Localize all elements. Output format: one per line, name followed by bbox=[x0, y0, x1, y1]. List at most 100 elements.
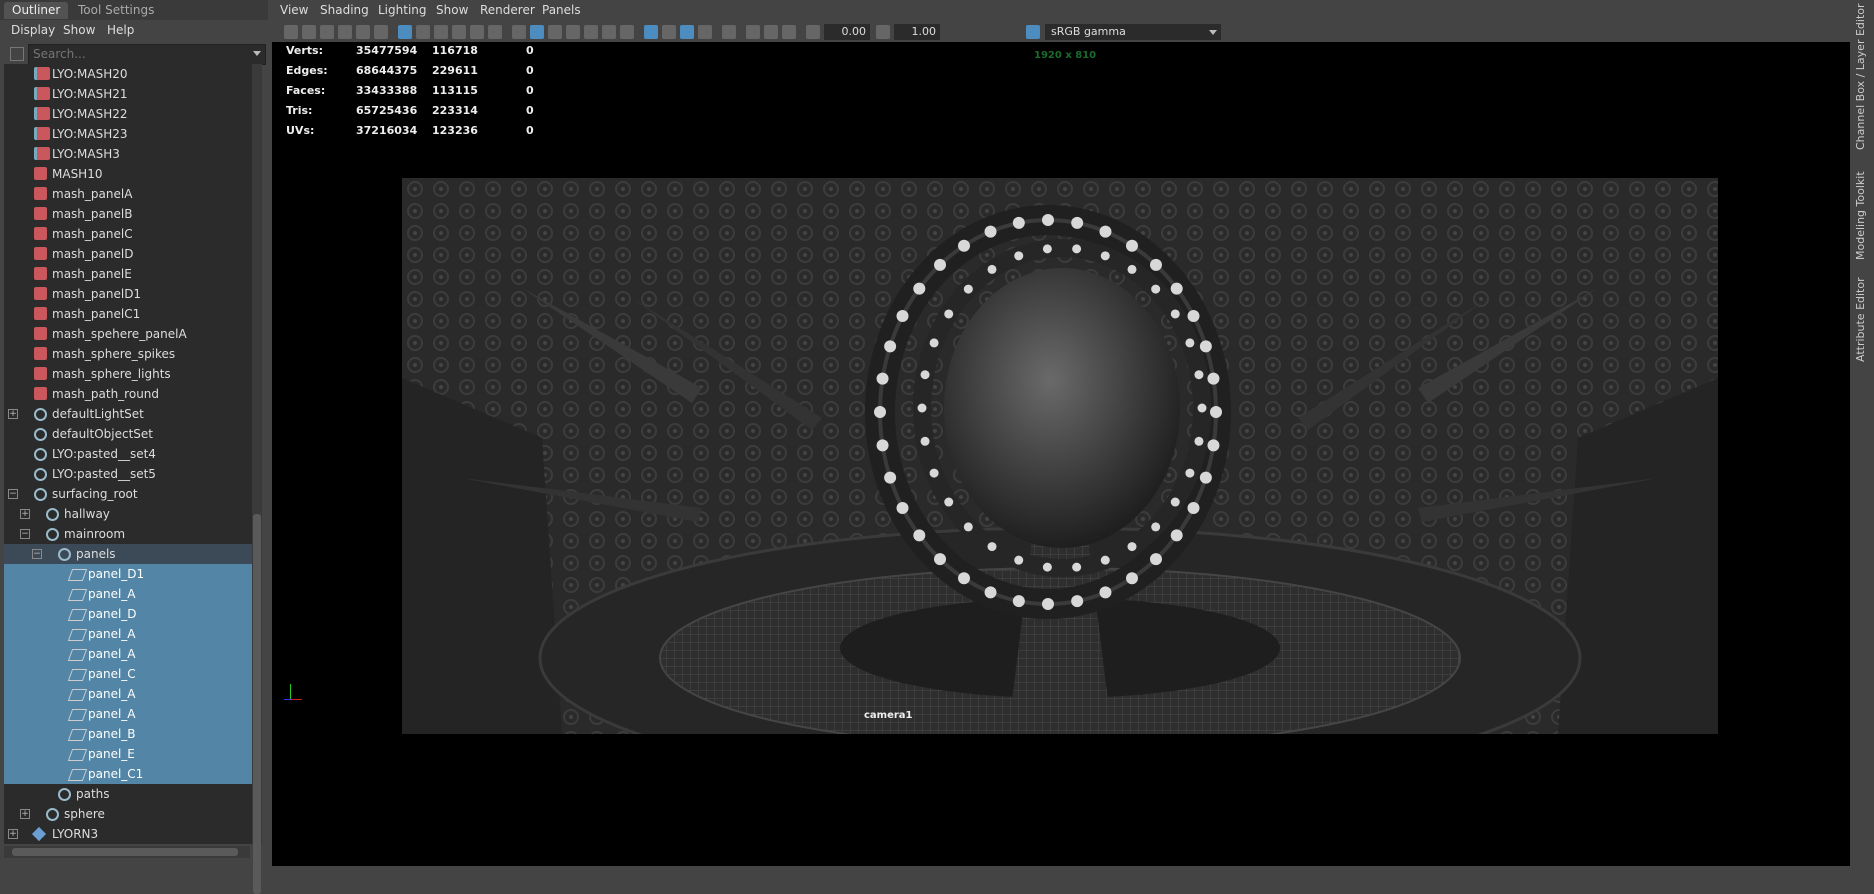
outliner-item[interactable]: LYO:MASH21 bbox=[4, 84, 252, 104]
menu-renderer[interactable]: Renderer bbox=[480, 0, 535, 20]
expand-icon[interactable]: + bbox=[20, 809, 30, 819]
default-material-icon[interactable] bbox=[548, 25, 562, 39]
outliner-item[interactable]: + defaultLightSet bbox=[4, 404, 252, 424]
outliner-item[interactable]: panel_E bbox=[4, 744, 252, 764]
shadows-icon[interactable] bbox=[620, 25, 634, 39]
menu-view[interactable]: View bbox=[280, 0, 308, 20]
outliner-item[interactable]: panel_D bbox=[4, 604, 252, 624]
outliner-item[interactable]: mash_path_round bbox=[4, 384, 252, 404]
menu-help[interactable]: Help bbox=[107, 20, 134, 40]
film-gate-icon[interactable] bbox=[416, 25, 430, 39]
xray-joints-icon[interactable] bbox=[680, 25, 694, 39]
outliner-item[interactable]: panel_C bbox=[4, 664, 252, 684]
outliner-item[interactable]: LYO:pasted__set4 bbox=[4, 444, 252, 464]
menu-shading[interactable]: Shading bbox=[320, 0, 369, 20]
wireframe-icon[interactable] bbox=[512, 25, 526, 39]
color-space-select[interactable]: sRGB gamma bbox=[1045, 24, 1221, 40]
outliner-item[interactable]: mash_panelB bbox=[4, 204, 252, 224]
outliner-item[interactable]: panel_A bbox=[4, 644, 252, 664]
outliner-item[interactable]: mash_panelC bbox=[4, 224, 252, 244]
outliner-item[interactable]: panel_A bbox=[4, 584, 252, 604]
outliner-horizontal-scrollbar[interactable] bbox=[4, 846, 250, 858]
smooth-shade-icon[interactable] bbox=[530, 25, 544, 39]
menu-show[interactable]: Show bbox=[436, 0, 468, 20]
tab-modeling-toolkit[interactable]: Modeling Toolkit bbox=[1854, 171, 1867, 260]
outliner-item[interactable]: paths bbox=[4, 784, 252, 804]
collapse-icon[interactable]: − bbox=[32, 549, 42, 559]
outliner-item[interactable]: panel_A bbox=[4, 624, 252, 644]
outliner-item[interactable]: + LYORN3 bbox=[4, 824, 252, 844]
outliner-item[interactable]: MASH10 bbox=[4, 164, 252, 184]
use-all-lights-icon[interactable] bbox=[602, 25, 616, 39]
expand-icon[interactable]: + bbox=[20, 509, 30, 519]
tab-channel-box[interactable]: Channel Box / Layer Editor bbox=[1854, 3, 1867, 150]
exposure-icon[interactable] bbox=[806, 25, 820, 39]
outliner-item[interactable]: defaultObjectSet bbox=[4, 424, 252, 444]
grease-pencil-icon[interactable] bbox=[374, 25, 388, 39]
outliner-item[interactable]: panel_A bbox=[4, 704, 252, 724]
outliner-item[interactable]: − surfacing_root bbox=[4, 484, 252, 504]
tab-outliner[interactable]: Outliner bbox=[4, 2, 69, 19]
outliner-item[interactable]: LYO:MASH3 bbox=[4, 144, 252, 164]
outliner-item[interactable]: + sphere bbox=[4, 804, 252, 824]
textured-icon[interactable] bbox=[584, 25, 598, 39]
outliner-item[interactable]: panel_A bbox=[4, 684, 252, 704]
outliner-item[interactable]: panel_C1 bbox=[4, 764, 252, 784]
outliner-item[interactable]: mash_panelD bbox=[4, 244, 252, 264]
camera-attributes-icon[interactable] bbox=[302, 25, 316, 39]
safe-action-icon[interactable] bbox=[488, 25, 502, 39]
motion-blur-icon[interactable] bbox=[746, 25, 760, 39]
outliner-item[interactable]: LYO:MASH20 bbox=[4, 64, 252, 84]
tab-attribute-editor[interactable]: Attribute Editor bbox=[1854, 277, 1867, 362]
outliner-vertical-scrollbar[interactable] bbox=[252, 64, 262, 894]
outliner-item[interactable]: − panels bbox=[4, 544, 252, 564]
search-dropdown-icon[interactable] bbox=[253, 51, 261, 56]
multisample-aa-icon[interactable] bbox=[764, 25, 778, 39]
collapse-icon[interactable]: − bbox=[8, 489, 18, 499]
outliner-item[interactable]: LYO:MASH23 bbox=[4, 124, 252, 144]
outliner-item[interactable]: − mainroom bbox=[4, 524, 252, 544]
gamma-field[interactable]: 1.00 bbox=[894, 24, 940, 40]
exposure-field[interactable]: 0.00 bbox=[824, 24, 870, 40]
xray-active-icon[interactable] bbox=[698, 25, 712, 39]
menu-show[interactable]: Show bbox=[63, 20, 95, 40]
bookmark-icon[interactable] bbox=[320, 25, 334, 39]
wireframe-on-shaded-icon[interactable] bbox=[566, 25, 580, 39]
scrollbar-thumb[interactable] bbox=[12, 848, 238, 856]
two-d-pan-icon[interactable] bbox=[356, 25, 370, 39]
outliner-item[interactable]: + hallway bbox=[4, 504, 252, 524]
outliner-item[interactable]: mash_panelC1 bbox=[4, 304, 252, 324]
expand-icon[interactable]: + bbox=[8, 409, 18, 419]
screen-space-ao-icon[interactable] bbox=[722, 25, 736, 39]
outliner-item[interactable]: LYO:MASH22 bbox=[4, 104, 252, 124]
color-management-icon[interactable] bbox=[1026, 25, 1040, 39]
collapse-icon[interactable]: − bbox=[20, 529, 30, 539]
outliner-item[interactable]: mash_sphere_lights bbox=[4, 364, 252, 384]
menu-lighting[interactable]: Lighting bbox=[378, 0, 427, 20]
tab-tool-settings[interactable]: Tool Settings bbox=[70, 2, 162, 19]
outliner-item[interactable]: panel_D1 bbox=[4, 564, 252, 584]
field-chart-icon[interactable] bbox=[470, 25, 484, 39]
resolution-gate-icon[interactable] bbox=[434, 25, 448, 39]
outliner-item[interactable]: mash_panelE bbox=[4, 264, 252, 284]
isolate-select-icon[interactable] bbox=[644, 25, 658, 39]
gamma-icon[interactable] bbox=[876, 25, 890, 39]
outliner-search-input[interactable] bbox=[29, 45, 237, 62]
outliner-item[interactable]: panel_B bbox=[4, 724, 252, 744]
filter-icon[interactable] bbox=[10, 47, 24, 61]
xray-icon[interactable] bbox=[662, 25, 676, 39]
outliner-item[interactable]: mash_panelD1 bbox=[4, 284, 252, 304]
scrollbar-thumb[interactable] bbox=[253, 514, 261, 894]
menu-panels[interactable]: Panels bbox=[542, 0, 581, 20]
gate-mask-icon[interactable] bbox=[452, 25, 466, 39]
outliner-item[interactable]: LYO:pasted__set5 bbox=[4, 464, 252, 484]
viewport[interactable]: Verts: 35477594 116718 0 Edges: 68644375 22961… bbox=[272, 42, 1850, 866]
outliner-item[interactable]: mash_spehere_panelA bbox=[4, 324, 252, 344]
camera-select-icon[interactable] bbox=[284, 25, 298, 39]
grid-icon[interactable] bbox=[398, 25, 412, 39]
outliner-item[interactable]: mash_panelA bbox=[4, 184, 252, 204]
image-plane-icon[interactable] bbox=[338, 25, 352, 39]
menu-display[interactable]: Display bbox=[11, 20, 55, 40]
outliner-item[interactable]: mash_sphere_spikes bbox=[4, 344, 252, 364]
expand-icon[interactable]: + bbox=[8, 829, 18, 839]
